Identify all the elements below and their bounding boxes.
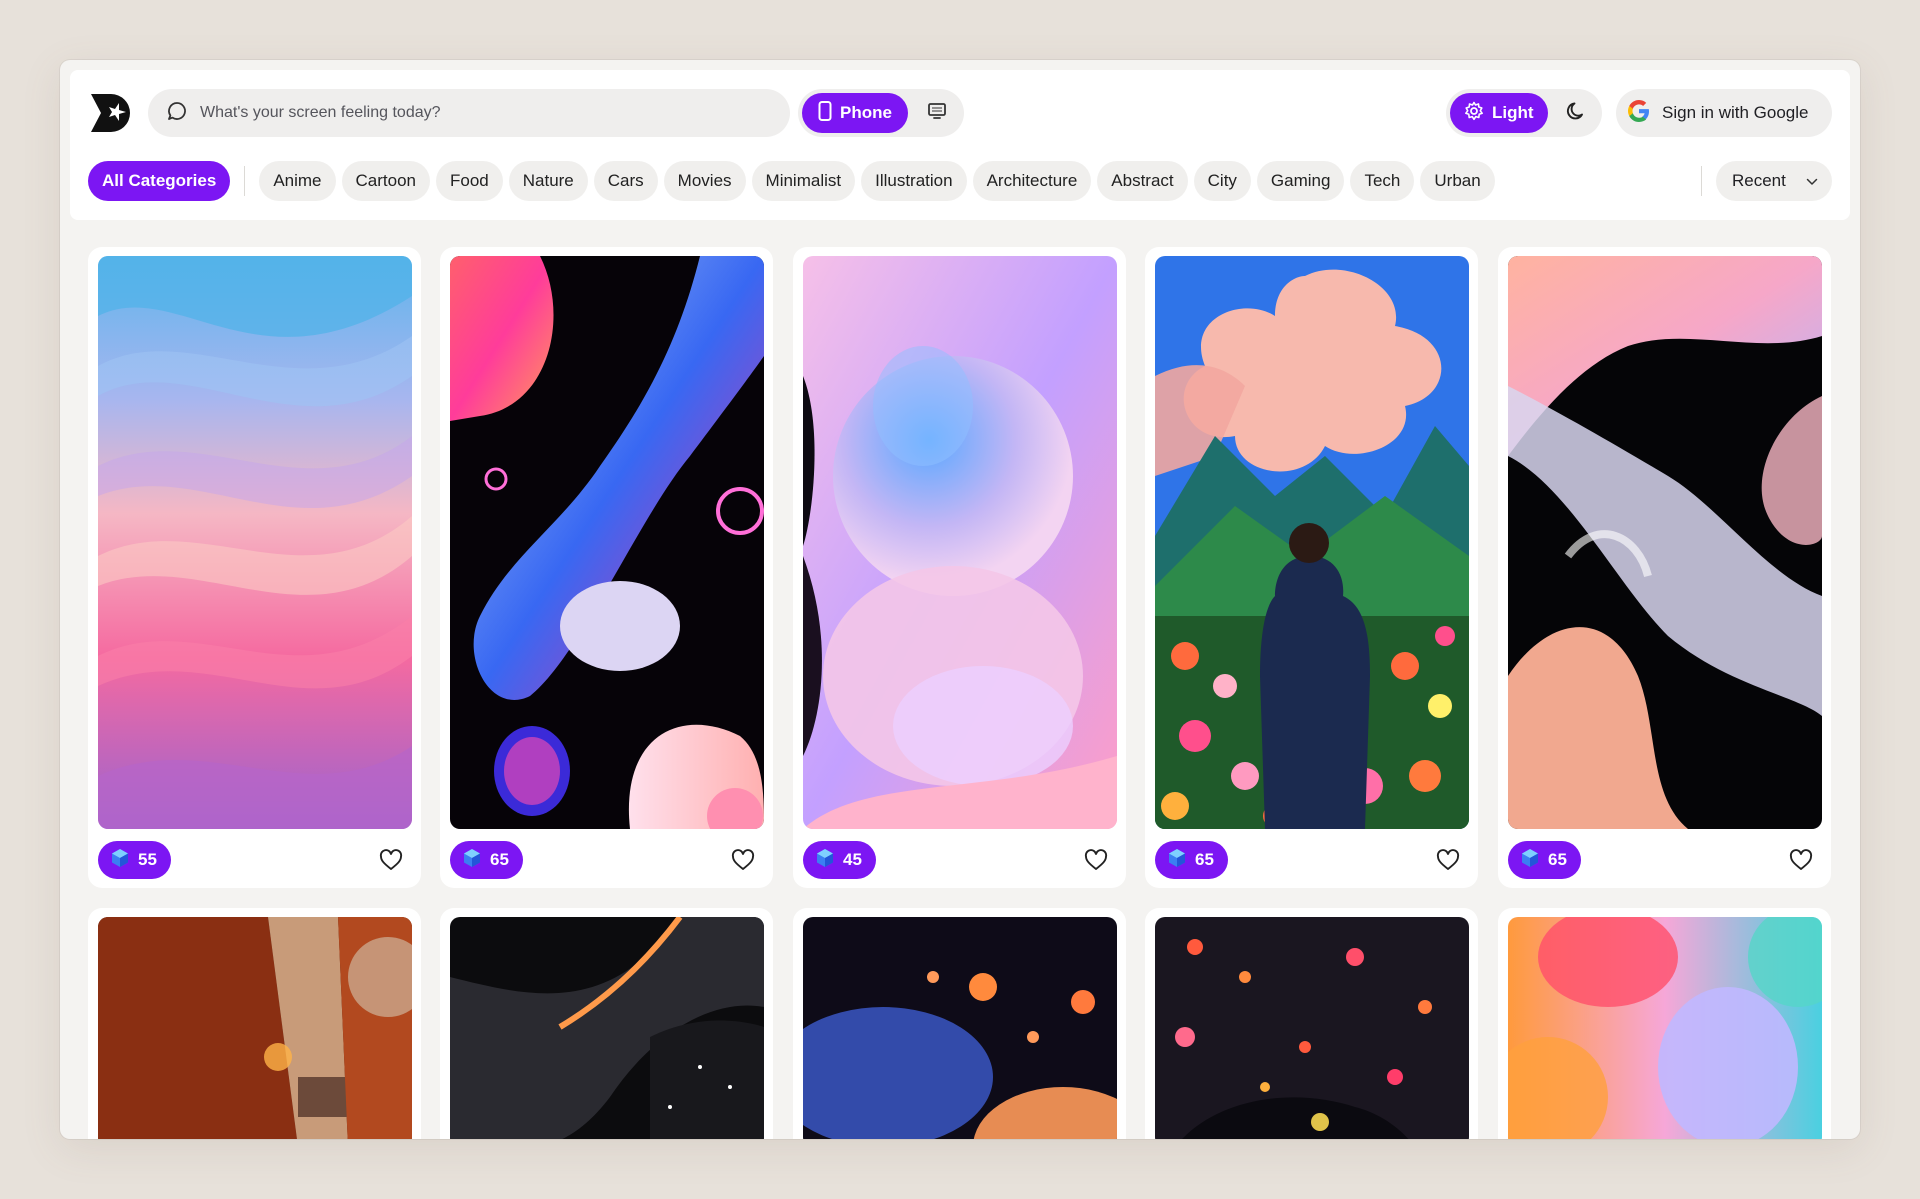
card-footer: 65 (1155, 840, 1468, 880)
search-bar[interactable] (148, 89, 790, 137)
gem-count: 55 (138, 850, 157, 869)
phone-icon (818, 100, 832, 126)
wallpaper-thumbnail[interactable] (1508, 256, 1822, 829)
wallpaper-card[interactable]: 65 (1145, 247, 1478, 888)
card-footer: 45 (803, 840, 1116, 880)
gem-count: 45 (843, 850, 862, 869)
dark-mode-button[interactable] (1554, 93, 1598, 133)
header: Phone Light (70, 70, 1850, 220)
card-footer: 65 (1508, 840, 1821, 880)
wallpaper-card[interactable] (1145, 908, 1478, 1139)
phone-toggle-button[interactable]: Phone (802, 93, 908, 133)
gem-badge[interactable]: 65 (1155, 841, 1228, 879)
gear-icon (1464, 101, 1484, 126)
gem-count: 65 (1548, 850, 1567, 869)
wallpaper-card[interactable] (88, 908, 421, 1139)
category-bar: All Categories Anime Cartoon Food Nature… (88, 160, 1832, 202)
category-chip[interactable]: Cars (593, 161, 658, 201)
theme-toggle: Light (1446, 89, 1602, 137)
category-chip[interactable]: Cartoon (341, 161, 430, 201)
category-all[interactable]: All Categories (88, 161, 231, 201)
gem-icon (815, 848, 835, 873)
sign-in-google-button[interactable]: Sign in with Google (1616, 89, 1832, 137)
gem-badge[interactable]: 65 (1508, 841, 1581, 879)
sort-select[interactable]: Recent (1716, 161, 1832, 201)
gem-icon (1520, 848, 1540, 873)
heart-icon[interactable] (1781, 840, 1821, 880)
divider (244, 166, 246, 196)
gem-badge[interactable]: 55 (98, 841, 171, 879)
chat-bubble-icon (166, 100, 188, 127)
chevron-down-icon (1806, 171, 1818, 191)
brand-logo-icon[interactable] (88, 91, 136, 135)
wallpaper-card[interactable]: 45 (793, 247, 1126, 888)
wallpaper-card[interactable] (1498, 908, 1831, 1139)
gem-count: 65 (1195, 850, 1214, 869)
wallpaper-card[interactable]: 65 (440, 247, 773, 888)
google-icon (1626, 98, 1652, 129)
wallpaper-card[interactable]: 65 (1498, 247, 1831, 888)
wallpaper-thumbnail[interactable] (803, 256, 1117, 829)
category-chip[interactable]: Minimalist (751, 161, 856, 201)
light-mode-label: Light (1492, 103, 1534, 122)
light-mode-button[interactable]: Light (1450, 93, 1548, 133)
desktop-icon (927, 101, 947, 126)
gem-icon (110, 848, 130, 873)
gem-badge[interactable]: 45 (803, 841, 876, 879)
card-footer: 65 (450, 840, 763, 880)
phone-toggle-label: Phone (840, 103, 892, 122)
gem-icon (1167, 848, 1187, 873)
gem-badge[interactable]: 65 (450, 841, 523, 879)
heart-icon[interactable] (723, 840, 763, 880)
heart-icon[interactable] (1076, 840, 1116, 880)
category-chip[interactable]: Illustration (861, 161, 967, 201)
category-chip[interactable]: Anime (259, 161, 336, 201)
category-chip[interactable]: Urban (1420, 161, 1495, 201)
heart-icon[interactable] (1428, 840, 1468, 880)
category-chip[interactable]: Tech (1350, 161, 1415, 201)
category-chip[interactable]: Architecture (972, 161, 1092, 201)
wallpaper-thumbnail[interactable] (803, 917, 1117, 1139)
wallpaper-thumbnail[interactable] (450, 917, 764, 1139)
gem-count: 65 (490, 850, 509, 869)
wallpaper-thumbnail[interactable] (98, 256, 412, 829)
category-chip[interactable]: Movies (663, 161, 746, 201)
top-bar: Phone Light (88, 88, 1832, 138)
wallpaper-thumbnail[interactable] (1508, 917, 1822, 1139)
sort-value: Recent (1732, 171, 1786, 190)
card-footer: 55 (98, 840, 411, 880)
device-toggle: Phone (798, 89, 964, 137)
category-list: Anime Cartoon Food Nature Cars Movies Mi… (259, 161, 1495, 201)
wallpaper-thumbnail[interactable] (1155, 256, 1469, 829)
moon-icon (1565, 100, 1587, 127)
category-chip[interactable]: Gaming (1256, 161, 1345, 201)
search-input[interactable] (200, 104, 760, 122)
heart-icon[interactable] (371, 840, 411, 880)
category-chip[interactable]: Food (435, 161, 503, 201)
wallpaper-card[interactable] (793, 908, 1126, 1139)
wallpaper-card[interactable] (440, 908, 773, 1139)
desktop-toggle-button[interactable] (914, 93, 960, 133)
category-chip[interactable]: City (1193, 161, 1251, 201)
divider (1701, 166, 1702, 196)
sign-in-label: Sign in with Google (1662, 103, 1809, 122)
category-chip[interactable]: Abstract (1097, 161, 1188, 201)
category-chip[interactable]: Nature (508, 161, 588, 201)
wallpaper-thumbnail[interactable] (1155, 917, 1469, 1139)
wallpaper-thumbnail[interactable] (98, 917, 412, 1139)
wallpaper-card[interactable]: 55 (88, 247, 421, 888)
wallpaper-thumbnail[interactable] (450, 256, 764, 829)
app-window: Phone Light (60, 60, 1860, 1139)
gem-icon (462, 848, 482, 873)
